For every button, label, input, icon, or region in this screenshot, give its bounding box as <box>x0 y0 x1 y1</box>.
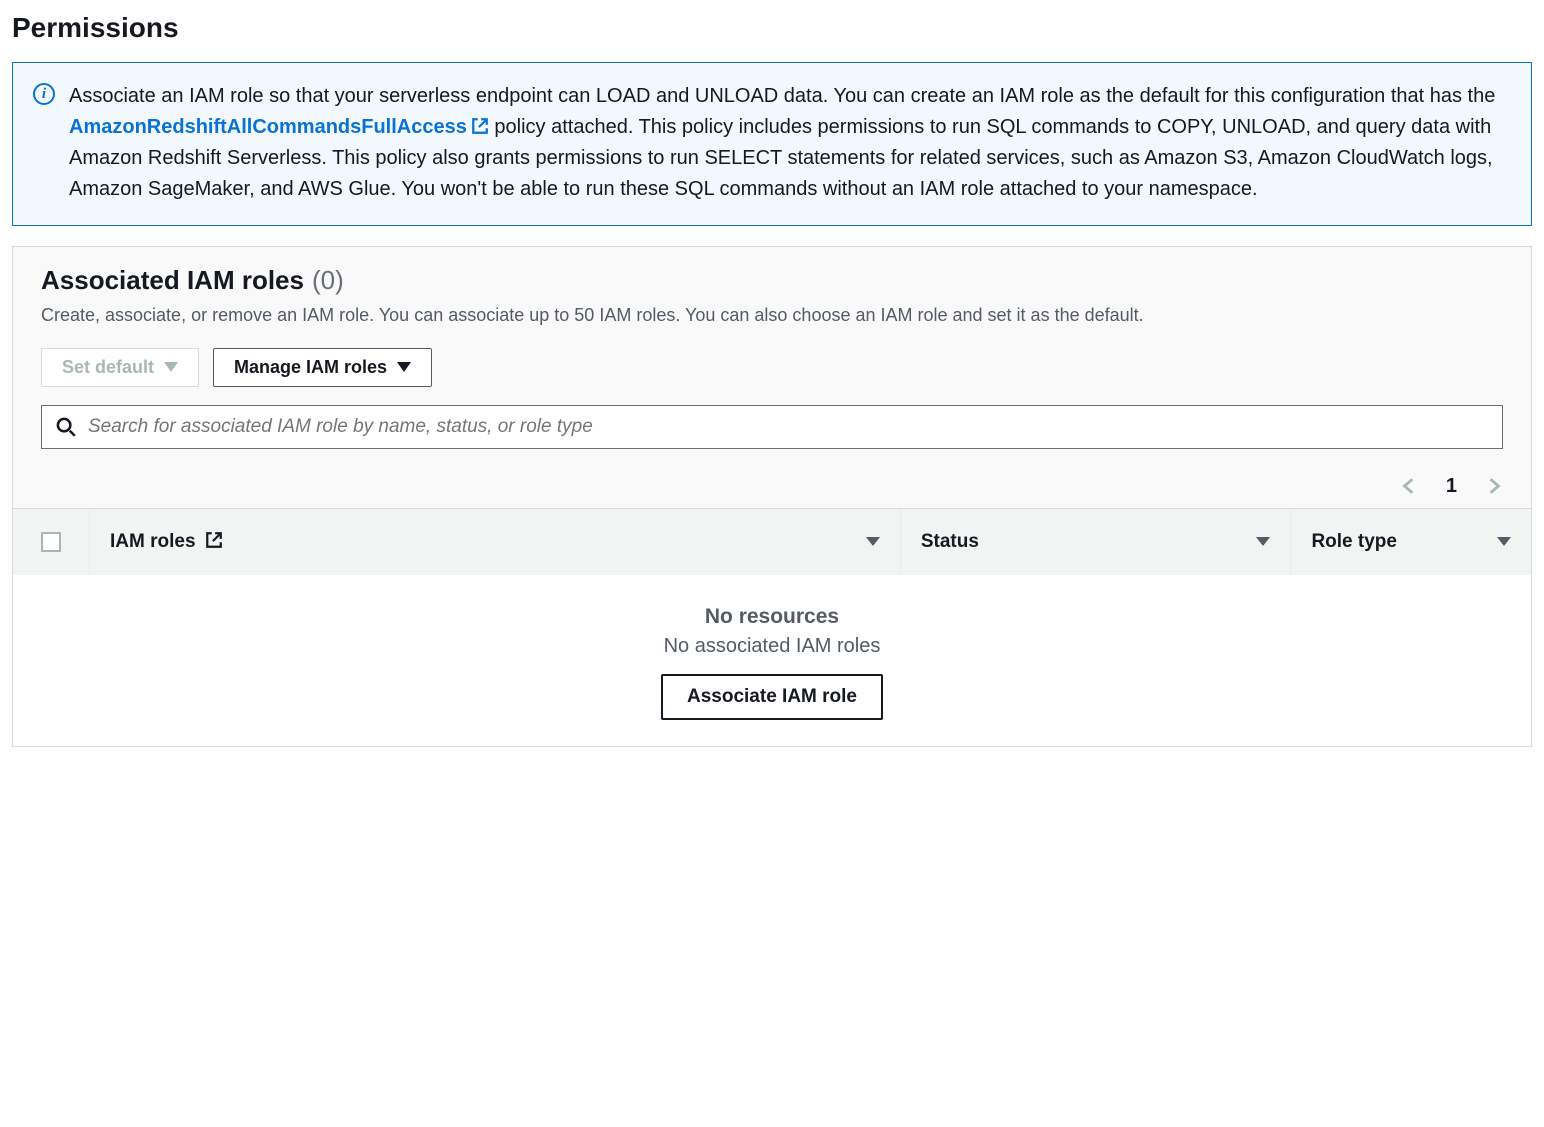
pager-next-icon[interactable] <box>1485 477 1503 495</box>
sort-icon <box>1256 537 1270 546</box>
select-all-cell[interactable] <box>13 509 89 575</box>
search-icon <box>56 417 76 437</box>
page-title: Permissions <box>12 12 1532 44</box>
panel-button-row: Set default Manage IAM roles <box>41 348 1503 387</box>
panel-title: Associated IAM roles <box>41 265 304 296</box>
column-role-type-label: Role type <box>1311 531 1397 553</box>
panel-count: (0) <box>312 265 344 296</box>
pager-prev-icon[interactable] <box>1400 477 1418 495</box>
info-banner: i Associate an IAM role so that your ser… <box>12 62 1532 226</box>
info-text-before: Associate an IAM role so that your serve… <box>69 85 1495 107</box>
external-link-icon <box>205 531 223 549</box>
column-header-role-type[interactable]: Role type <box>1290 509 1531 575</box>
set-default-label: Set default <box>62 357 154 378</box>
empty-title: No resources <box>33 605 1511 629</box>
info-icon: i <box>33 83 55 105</box>
policy-link[interactable]: AmazonRedshiftAllCommandsFullAccess <box>69 116 489 138</box>
info-icon-wrap: i <box>33 81 55 205</box>
panel-header: Associated IAM roles (0) Create, associa… <box>13 247 1531 461</box>
caret-down-icon <box>397 362 411 372</box>
column-header-iam-roles[interactable]: IAM roles <box>89 509 900 575</box>
policy-link-label: AmazonRedshiftAllCommandsFullAccess <box>69 116 467 138</box>
sort-icon <box>866 537 880 546</box>
column-header-status[interactable]: Status <box>900 509 1291 575</box>
info-banner-text: Associate an IAM role so that your serve… <box>69 81 1511 205</box>
manage-iam-roles-button[interactable]: Manage IAM roles <box>213 348 432 387</box>
associate-iam-role-button[interactable]: Associate IAM role <box>661 674 883 720</box>
column-iam-roles-label: IAM roles <box>110 531 196 552</box>
empty-state: No resources No associated IAM roles Ass… <box>13 575 1531 746</box>
search-wrap[interactable] <box>41 405 1503 449</box>
iam-roles-panel: Associated IAM roles (0) Create, associa… <box>12 246 1532 747</box>
set-default-button: Set default <box>41 348 199 387</box>
caret-down-icon <box>164 362 178 372</box>
panel-title-row: Associated IAM roles (0) <box>41 265 1503 296</box>
column-status-label: Status <box>921 531 979 553</box>
empty-subtitle: No associated IAM roles <box>33 635 1511 658</box>
external-link-icon <box>471 117 489 135</box>
pager-current: 1 <box>1446 475 1457 498</box>
select-all-checkbox[interactable] <box>41 532 61 552</box>
manage-iam-roles-label: Manage IAM roles <box>234 357 387 378</box>
panel-description: Create, associate, or remove an IAM role… <box>41 302 1503 330</box>
search-input[interactable] <box>88 416 1488 438</box>
sort-icon <box>1497 537 1511 546</box>
table-header-row: IAM roles Status Role type <box>13 508 1531 575</box>
pagination: 1 <box>13 461 1531 508</box>
